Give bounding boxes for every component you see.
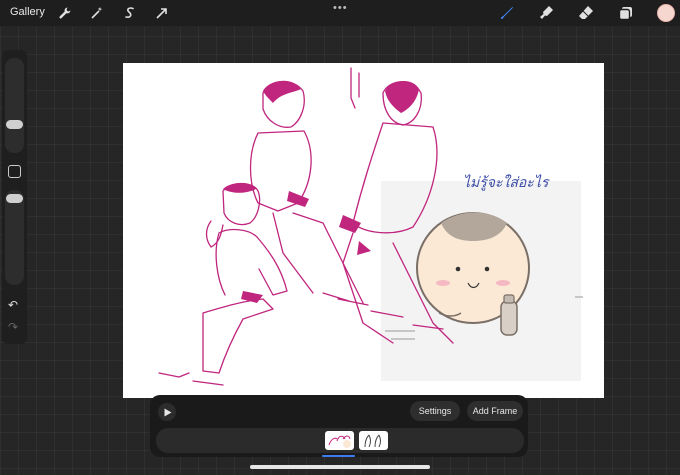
frame-thumbnail[interactable] (325, 431, 354, 450)
modify-button[interactable] (8, 165, 21, 178)
brush-icon[interactable] (498, 4, 516, 22)
frame-timeline[interactable] (156, 428, 524, 453)
redo-icon[interactable]: ↷ (8, 320, 18, 334)
add-frame-button[interactable]: Add Frame (467, 401, 523, 421)
settings-button[interactable]: Settings (410, 401, 460, 421)
brush-size-knob[interactable] (6, 120, 23, 129)
frame-thumbnail[interactable] (359, 431, 388, 450)
handwritten-thai-text: ไม่รู้จะใส่อะไร (463, 174, 550, 191)
play-button[interactable] (158, 403, 176, 421)
smudge-icon[interactable] (537, 4, 555, 22)
drawing-canvas[interactable]: ไม่รู้จะใส่อะไร (123, 63, 604, 398)
undo-icon[interactable]: ↶ (8, 298, 18, 312)
selected-frame-indicator (322, 455, 355, 457)
opacity-slider[interactable] (5, 190, 24, 285)
sidebar: ↶ ↷ (2, 50, 27, 344)
home-indicator[interactable] (250, 465, 430, 469)
brush-size-slider[interactable] (5, 58, 24, 153)
magic-wand-icon[interactable] (88, 4, 106, 22)
gallery-button[interactable]: Gallery (10, 6, 45, 18)
wrench-icon[interactable] (56, 4, 74, 22)
selection-icon[interactable] (121, 4, 139, 22)
layers-icon[interactable] (617, 4, 635, 22)
top-toolbar: Gallery ••• (0, 0, 680, 26)
color-picker-button[interactable] (657, 4, 675, 22)
animation-assist-panel: Settings Add Frame (150, 395, 528, 457)
canvas-artwork: ไม่รู้จะใส่อะไร (158, 67, 583, 386)
eraser-icon[interactable] (577, 4, 595, 22)
play-icon (164, 408, 171, 416)
more-menu-icon[interactable]: ••• (333, 2, 348, 14)
opacity-knob[interactable] (6, 194, 23, 203)
transform-arrow-icon[interactable] (153, 4, 171, 22)
